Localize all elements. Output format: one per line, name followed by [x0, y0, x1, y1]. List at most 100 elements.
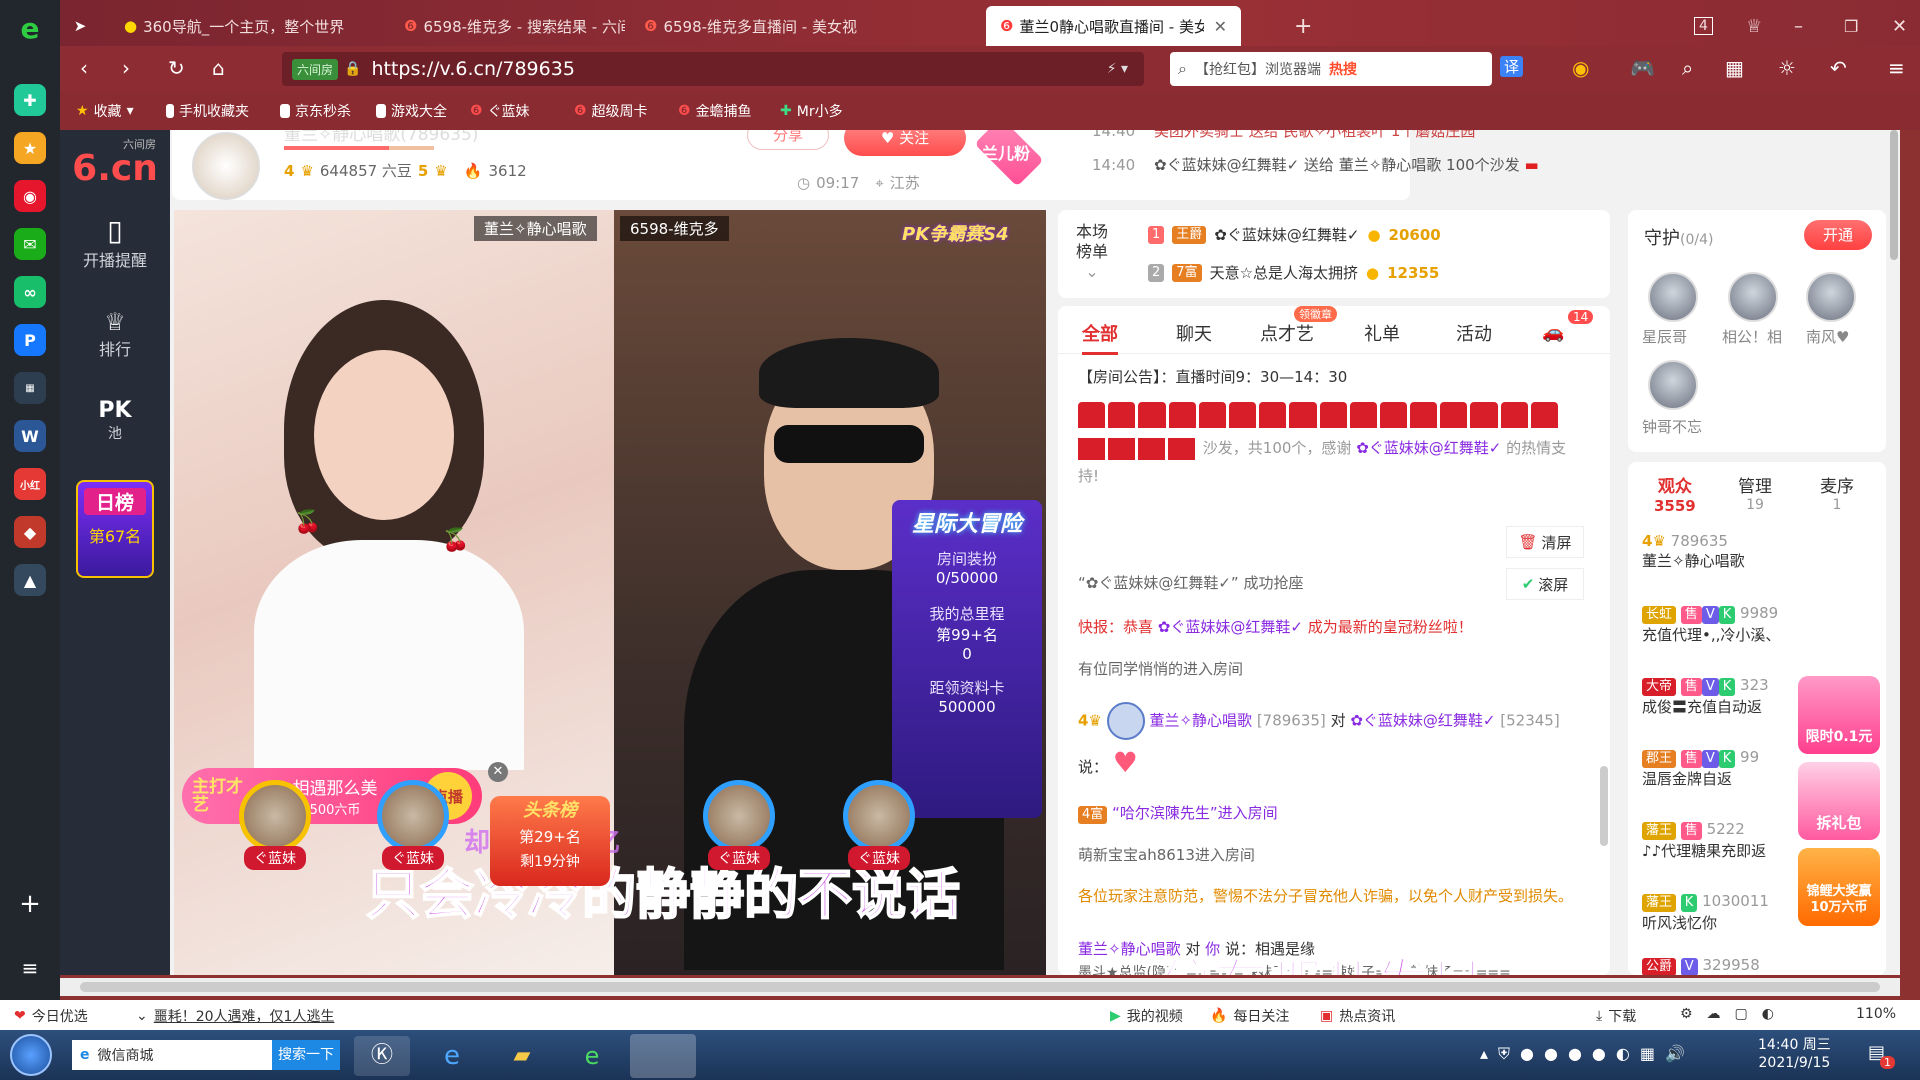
sofa-user[interactable]: ✿ぐ蓝妹妹@红舞鞋✓ — [1356, 439, 1501, 457]
restore-icon[interactable]: ❐ — [1830, 6, 1872, 46]
chevron-down-icon[interactable]: ⚡ ▾ — [1107, 61, 1128, 77]
tab-360[interactable]: ● 360导航_一个主页，整个世界 — [110, 6, 385, 46]
url-field[interactable]: 六间房 🔒 https://v.6.cn/789635 ⚡ ▾ — [282, 52, 1144, 86]
audience-item[interactable]: 大帝 售VK 323 成俊〓充值自动返 — [1642, 676, 1769, 717]
anchor-avatar[interactable] — [192, 132, 260, 200]
share-button[interactable]: 分享 — [747, 130, 829, 150]
msg-from[interactable]: 董兰✧静心唱歌 — [1149, 712, 1252, 730]
audience-item[interactable]: 藩王 售 5222 ♪♪代理糖果充即返 — [1642, 820, 1766, 861]
taskbar-search-button[interactable]: 搜索一下 — [272, 1040, 340, 1070]
mic-seat[interactable]: ぐ蓝妹 — [674, 750, 804, 870]
audience-item[interactable]: 长虹 售VK 9989 充值代理•,,冷小溪、 — [1642, 604, 1878, 645]
tab-chat[interactable]: 聊天 — [1176, 320, 1212, 346]
page-scrollbar[interactable] — [1890, 130, 1898, 260]
reload-icon[interactable]: ↻ — [168, 56, 185, 80]
follow-button[interactable]: ♥ 关注 — [844, 130, 966, 156]
browser-menu-icon[interactable]: ≡ — [1888, 56, 1905, 80]
bookmark-item[interactable]: ❻ 金蟾捕鱼 — [678, 101, 752, 121]
audience-item[interactable]: 公爵 V 329958 — [1642, 956, 1760, 975]
bookmark-item[interactable]: ❻ 超级周卡 — [574, 101, 648, 121]
start-button[interactable] — [10, 1034, 52, 1076]
favorites-icon[interactable]: ★ — [14, 132, 46, 164]
p-app-icon[interactable]: P — [14, 324, 46, 356]
bookmark-item[interactable]: 游戏大全 — [376, 101, 447, 121]
bookmark-item[interactable]: 手机收藏夹 — [166, 101, 249, 121]
msg-to[interactable]: ✿ぐ蓝妹妹@红舞鞋✓ — [1350, 712, 1495, 730]
daily-rank-card[interactable]: 日榜 第67名 — [60, 480, 170, 578]
cloud-icon[interactable]: ∞ — [14, 276, 46, 308]
back-icon[interactable]: ‹ — [80, 56, 88, 80]
chat-scrollbar[interactable] — [1600, 766, 1608, 846]
sidebar-app-icon[interactable]: ✚ — [14, 84, 46, 116]
tab-search[interactable]: ❻ 6598-维克多 - 搜索结果 - 六间 — [390, 6, 625, 46]
search-box[interactable]: ⌕ 【抢红包】浏览器端 热搜 — [1170, 52, 1492, 86]
nav-pk[interactable]: PK 池 — [60, 398, 170, 443]
nav-live-reminder[interactable]: ▯ 开播提醒 — [60, 214, 170, 271]
promo-limited[interactable]: 限时0.1元 — [1798, 676, 1880, 754]
autoscroll-button[interactable]: ✔ 滚屏 — [1506, 568, 1584, 600]
new-tab-button[interactable]: + — [1280, 6, 1326, 46]
headline-card[interactable]: 头条榜 第29+名 剩19分钟 — [490, 796, 610, 886]
tab-events[interactable]: 活动 — [1456, 320, 1492, 346]
zoom-level[interactable]: 110% — [1856, 1006, 1896, 1022]
game-app-icon[interactable]: ▦ — [14, 372, 46, 404]
tab-audience[interactable]: 观众 3559 — [1654, 472, 1696, 515]
add-icon[interactable]: + — [14, 888, 46, 920]
tab-active[interactable]: ❻ 董兰0静心唱歌直播间 - 美女视 ✕ — [986, 6, 1241, 46]
video-player[interactable]: 🍒 🍒 董兰✧静心唱歌 6598-维克多 PK争霸赛S4 星际大冒险 房间装扮 … — [174, 210, 1046, 975]
browser-taskbar-icon[interactable]: e — [564, 1036, 620, 1076]
audience-item[interactable]: 藩王 K 1030011 听风浅忆你 — [1642, 892, 1769, 933]
mic-seat[interactable]: ぐ蓝妹 — [814, 750, 944, 870]
today-picks[interactable]: ❤ 今日优选 — [14, 1006, 88, 1026]
fan-badge[interactable]: 兰儿粉 — [982, 140, 1030, 164]
gamepad-icon[interactable]: 🎮 — [1630, 56, 1655, 80]
bookmark-item[interactable]: ❻ ぐ蓝妹 — [470, 101, 530, 121]
game2-icon[interactable]: ▲ — [14, 564, 46, 596]
scissors-icon[interactable]: ✂ — [1450, 56, 1467, 80]
tab-mic-queue[interactable]: 麦序 1 — [1820, 472, 1854, 513]
k-app-icon[interactable]: Ⓚ — [354, 1036, 410, 1076]
game-icon[interactable]: ◆ — [14, 516, 46, 548]
clear-button[interactable]: 🗑 清屏 — [1506, 526, 1584, 558]
leaderboard-row[interactable]: 2 7富 天意☆总是人海太拥挤 ● 12355 — [1148, 262, 1439, 283]
guard-avatar[interactable] — [1728, 272, 1778, 322]
leaderboard-row[interactable]: 1 王爵 ✿ぐ蓝妹妹@红舞鞋✓ ● 20600 — [1148, 224, 1441, 245]
car-icon[interactable]: 🚗 — [1542, 322, 1564, 343]
status-item[interactable]: 🔥 每日关注 — [1210, 1006, 1289, 1026]
mail-icon[interactable]: ✉ — [14, 228, 46, 260]
word-icon[interactable]: W — [14, 420, 46, 452]
status-tools[interactable]: ⚙☁▢◐ — [1680, 1006, 1788, 1022]
taskbar-search[interactable]: e 微信商城 — [72, 1040, 272, 1070]
tab-admin[interactable]: 管理 19 — [1738, 472, 1772, 513]
audience-item[interactable]: 4♛ 789635 董兰✧静心唱歌 — [1642, 532, 1745, 571]
undo-icon[interactable]: ↶ — [1830, 56, 1847, 80]
status-item[interactable]: ▶ 我的视频 — [1110, 1006, 1183, 1026]
tab-victor[interactable]: ❻ 6598-维克多直播间 - 美女视 — [630, 6, 865, 46]
minimize-icon[interactable]: – — [1780, 6, 1817, 46]
brightness-icon[interactable]: ☼ — [1778, 56, 1796, 80]
forward-icon[interactable]: › — [122, 56, 130, 80]
bookmark-item[interactable]: 京东秒杀 — [280, 101, 351, 121]
shop-icon[interactable]: 小红 — [14, 468, 46, 500]
zoom-icon[interactable]: ⌕ — [1682, 56, 1693, 80]
bookmark-item[interactable]: ★ 收藏 ▾ — [76, 101, 134, 121]
guard-avatar[interactable] — [1806, 272, 1856, 322]
clock[interactable]: 14:40 周三 2021/9/15 — [1758, 1036, 1831, 1072]
nav-rank[interactable]: ♕ 排行 — [60, 308, 170, 360]
menu-icon[interactable]: ≡ — [14, 952, 46, 984]
apps-icon[interactable]: ▦ — [1725, 56, 1744, 80]
news-ticker[interactable]: ⌄ 噩耗！20人遇难，仅1人逃生 — [136, 1006, 334, 1026]
flash-user[interactable]: ✿ぐ蓝妹妹@红舞鞋✓ — [1158, 618, 1303, 636]
mic-seat[interactable]: ぐ蓝妹 — [348, 750, 478, 870]
ie-taskbar-icon[interactable]: e — [424, 1036, 480, 1076]
open-guard-button[interactable]: 开通 — [1804, 220, 1872, 250]
skin-icon[interactable]: ♕ — [1732, 6, 1776, 46]
close-tab-icon[interactable]: ✕ — [1214, 17, 1227, 36]
home-icon[interactable]: ⌂ — [212, 56, 225, 80]
pk-badge[interactable]: PK争霸赛S4 — [902, 220, 1009, 246]
status-item[interactable]: ⤓ 下载 — [1596, 1006, 1636, 1026]
horizontal-scrollbar[interactable] — [60, 978, 1900, 996]
tab-gifts[interactable]: 礼单 — [1364, 320, 1400, 346]
tab-count[interactable]: 4 — [1680, 6, 1727, 46]
tab-all[interactable]: 全部 — [1082, 320, 1118, 355]
